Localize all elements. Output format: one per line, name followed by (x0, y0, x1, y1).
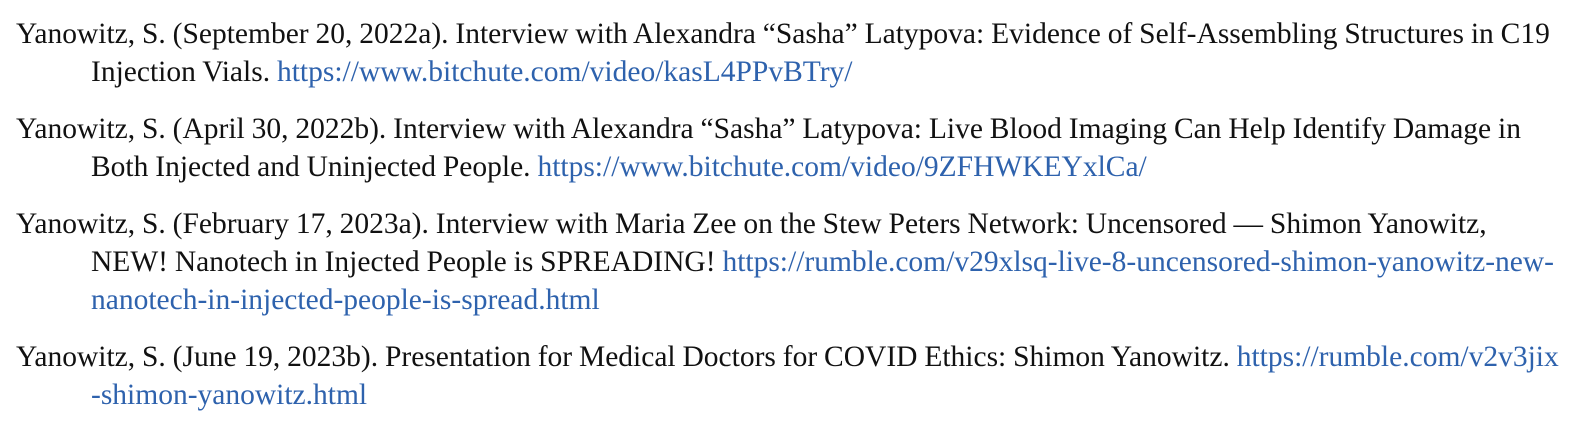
reference-link[interactable]: https://www.bitchute.com/video/kasL4PPvB… (277, 56, 853, 88)
reference-entry-2: Yanowitz, S. (April 30, 2022b). Intervie… (16, 110, 1561, 186)
reference-list: Yanowitz, S. (September 20, 2022a). Inte… (16, 15, 1561, 433)
reference-entry-1: Yanowitz, S. (September 20, 2022a). Inte… (16, 15, 1561, 91)
reference-text: Yanowitz, S. (June 19, 2023b). Presentat… (16, 341, 1237, 373)
reference-link[interactable]: https://www.bitchute.com/video/9ZFHWKEYx… (537, 151, 1146, 183)
reference-entry-3: Yanowitz, S. (February 17, 2023a). Inter… (16, 205, 1561, 319)
reference-entry-4: Yanowitz, S. (June 19, 2023b). Presentat… (16, 338, 1561, 414)
